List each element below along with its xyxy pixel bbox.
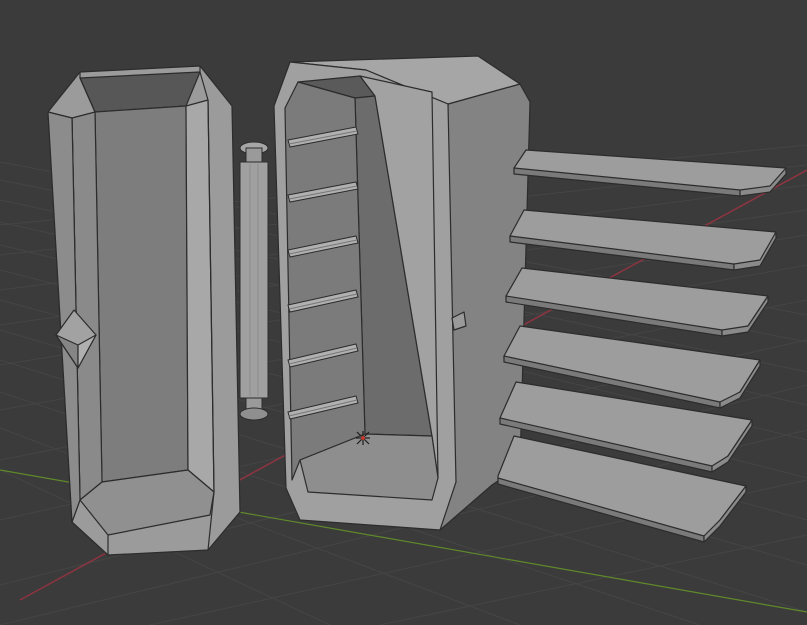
origin-gizmo-icon[interactable] — [356, 431, 370, 445]
shelf-plates — [497, 149, 787, 543]
cabinet-door[interactable] — [47, 65, 241, 556]
cabinet-body[interactable] — [273, 55, 531, 531]
shelf-plate[interactable] — [513, 149, 787, 197]
shelf-plate[interactable] — [505, 267, 769, 337]
3d-viewport[interactable] — [0, 0, 807, 625]
viewport-canvas[interactable] — [0, 0, 807, 625]
hinge-cylinder[interactable] — [239, 141, 269, 421]
